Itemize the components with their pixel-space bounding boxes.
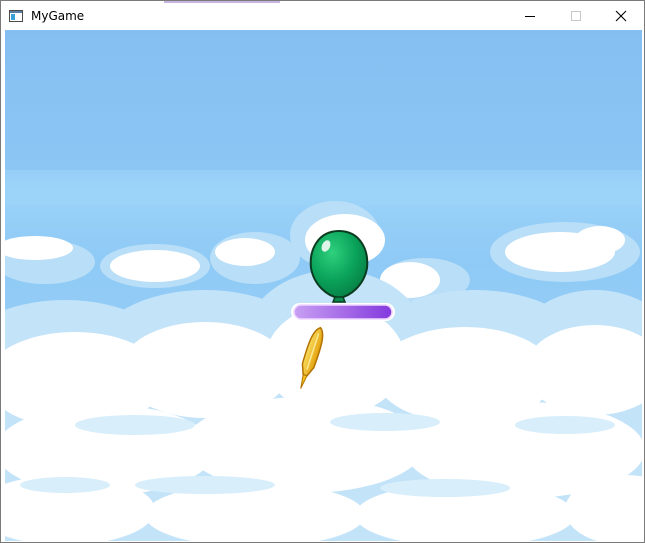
game-canvas[interactable] xyxy=(5,30,642,541)
app-window-icon xyxy=(8,8,24,24)
title-bar-accent xyxy=(164,1,280,3)
maximize-icon xyxy=(571,10,581,21)
minimize-button[interactable] xyxy=(507,1,553,30)
close-button[interactable] xyxy=(598,1,644,30)
close-icon xyxy=(615,10,627,21)
minimize-icon xyxy=(525,15,535,17)
window-title: MyGame xyxy=(31,8,85,23)
sky-light-band xyxy=(5,170,642,206)
game-window: MyGame xyxy=(0,0,645,543)
game-scene xyxy=(5,30,642,541)
title-bar[interactable]: MyGame xyxy=(1,1,644,30)
platform-sprite xyxy=(291,303,395,321)
maximize-button[interactable] xyxy=(553,1,599,30)
